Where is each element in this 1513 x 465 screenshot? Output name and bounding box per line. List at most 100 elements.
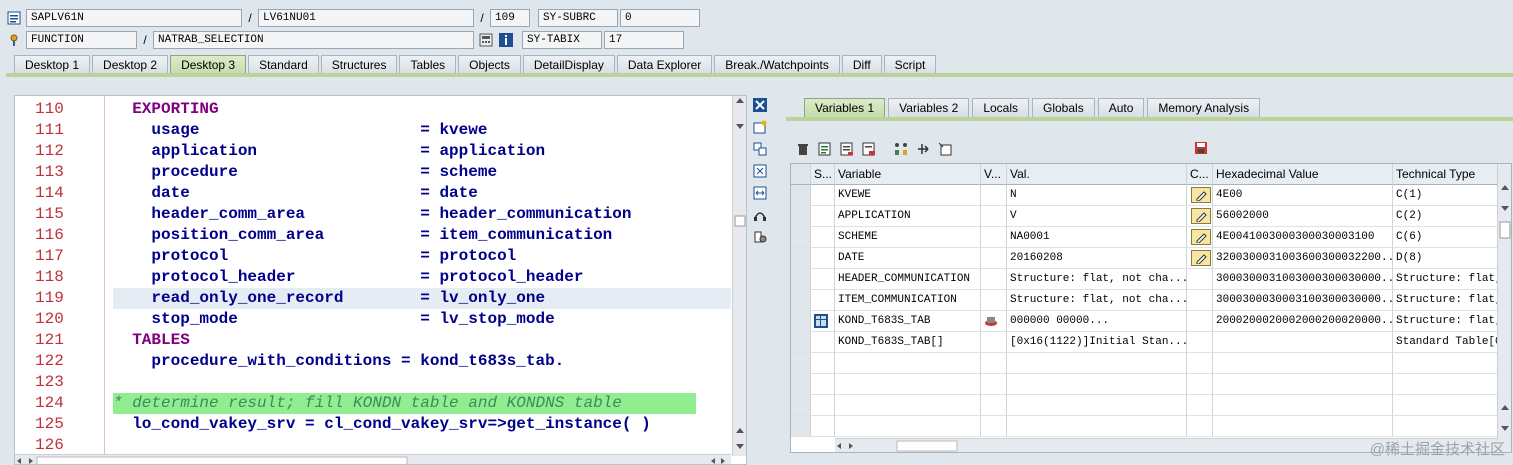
row-selector[interactable] — [791, 332, 811, 353]
tab-diff[interactable]: Diff — [841, 55, 882, 74]
change-cell[interactable] — [1187, 269, 1213, 290]
code-line[interactable]: 112 application = application — [15, 141, 731, 162]
change-cell[interactable] — [1187, 395, 1213, 416]
code-line[interactable]: 119 read_only_one_record = lv_only_one — [15, 288, 731, 309]
program-field[interactable]: SAPLV61N — [26, 9, 242, 27]
pencil-icon[interactable] — [1191, 187, 1211, 203]
row-selector[interactable] — [791, 185, 811, 206]
table-row[interactable]: APPLICATION V 56002000 C(2) — [791, 206, 1499, 227]
code-line[interactable]: 110 EXPORTING — [15, 99, 731, 120]
structure-icon[interactable] — [984, 317, 998, 331]
change-cell[interactable] — [1187, 227, 1213, 248]
column-header-variable[interactable]: Variable — [835, 164, 981, 185]
code-line[interactable]: 126 — [15, 435, 731, 456]
table-row[interactable]: KOND_T683S_TAB[] [0x16(1122)]Initial Stan… — [791, 332, 1499, 353]
sy-subrc-value[interactable]: 0 — [620, 9, 700, 27]
change-cell[interactable] — [1187, 185, 1213, 206]
code-line[interactable]: 121 TABLES — [15, 330, 731, 351]
code-line[interactable]: 125 lo_cond_vakey_srv = cl_cond_vakey_sr… — [15, 414, 731, 435]
change-cell[interactable] — [1187, 206, 1213, 227]
row-selector[interactable] — [791, 374, 811, 395]
table-row[interactable]: KVEWE N 4E00 C(1) — [791, 185, 1499, 206]
table-row[interactable]: SCHEME NA0001 4E0041003000300030003100 C(6) — [791, 227, 1499, 248]
tab-desktop-3[interactable]: Desktop 3 — [170, 55, 247, 74]
include-field[interactable]: LV61NU01 — [258, 9, 474, 27]
tab-script[interactable]: Script — [883, 55, 937, 74]
table-icon[interactable] — [814, 314, 828, 331]
table-row[interactable] — [791, 374, 1499, 395]
hierarchy-icon[interactable] — [892, 141, 910, 157]
column-header-v[interactable]: V... — [981, 164, 1007, 185]
import-icon[interactable] — [816, 141, 834, 157]
tab-data-explorer[interactable]: Data Explorer — [616, 55, 713, 74]
tab-locals[interactable]: Locals — [972, 98, 1029, 117]
change-cell[interactable] — [1187, 374, 1213, 395]
column-header-status[interactable]: S... — [811, 164, 835, 185]
code-line[interactable]: 117 protocol = protocol — [15, 246, 731, 267]
tab-desktop-2[interactable]: Desktop 2 — [92, 55, 169, 74]
code-line[interactable]: 113 procedure = scheme — [15, 162, 731, 183]
row-selector[interactable] — [791, 353, 811, 374]
table-row[interactable]: HEADER_COMMUNICATION Structure: flat, not… — [791, 269, 1499, 290]
tab-standard[interactable]: Standard — [248, 55, 319, 74]
row-selector[interactable] — [791, 290, 811, 311]
tab-variables-1[interactable]: Variables 1 — [804, 98, 886, 117]
table-row[interactable] — [791, 353, 1499, 374]
swap-tool-icon[interactable] — [752, 141, 768, 157]
new-tool-icon[interactable] — [752, 119, 768, 135]
tab-memory-analysis[interactable]: Memory Analysis — [1147, 98, 1261, 117]
change-cell[interactable] — [1187, 248, 1213, 269]
table-row[interactable]: DATE 20160208 3200300031003600300032200...… — [791, 248, 1499, 269]
code-line[interactable]: 122 procedure_with_conditions = kond_t68… — [15, 351, 731, 372]
pencil-icon[interactable] — [1191, 208, 1211, 224]
info-icon[interactable] — [498, 32, 514, 48]
sy-tabix-value[interactable]: 17 — [604, 31, 684, 49]
row-selector[interactable] — [791, 395, 811, 416]
pencil-icon[interactable] — [1191, 250, 1211, 266]
settings-icon[interactable] — [752, 229, 768, 245]
export-icon[interactable] — [838, 141, 856, 157]
close-icon[interactable] — [752, 97, 768, 113]
select-all-cell[interactable] — [791, 164, 811, 185]
tab-detaildisplay[interactable]: DetailDisplay — [522, 55, 615, 74]
delete-icon[interactable] — [794, 141, 812, 157]
table-row[interactable] — [791, 416, 1499, 437]
save-variables-icon[interactable] — [860, 141, 878, 157]
editor-horizontal-scrollbar[interactable] — [15, 454, 731, 464]
tab-desktop-1[interactable]: Desktop 1 — [14, 55, 91, 74]
pencil-icon[interactable] — [1191, 229, 1211, 245]
code-line[interactable]: 116 position_comm_area = item_communicat… — [15, 225, 731, 246]
code-line[interactable]: 123 — [15, 372, 731, 393]
source-code-editor[interactable]: 110 EXPORTING 111 usage = kvewe 112 applic… — [14, 95, 747, 465]
tab-break-watchpoints[interactable]: Break./Watchpoints — [714, 55, 840, 74]
tab-auto[interactable]: Auto — [1097, 98, 1145, 117]
column-header-hex[interactable]: Hexadecimal Value — [1213, 164, 1393, 185]
change-cell[interactable] — [1187, 311, 1213, 332]
calculator-icon[interactable] — [478, 32, 494, 48]
code-line[interactable]: 118 protocol_header = protocol_header — [15, 267, 731, 288]
tab-structures[interactable]: Structures — [320, 55, 398, 74]
table-row[interactable] — [791, 395, 1499, 416]
column-header-value[interactable]: Val. — [1007, 164, 1187, 185]
event-name-field[interactable]: NATRAB_SELECTION — [153, 31, 474, 49]
row-selector[interactable] — [791, 206, 811, 227]
tab-tables[interactable]: Tables — [399, 55, 457, 74]
change-cell[interactable] — [1187, 353, 1213, 374]
change-cell[interactable] — [1187, 332, 1213, 353]
row-selector[interactable] — [791, 248, 811, 269]
navigate-icon[interactable] — [914, 141, 932, 157]
grid-vertical-scrollbar[interactable] — [1497, 164, 1511, 452]
column-header-change[interactable]: C... — [1187, 164, 1213, 185]
tab-objects[interactable]: Objects — [458, 55, 521, 74]
code-line[interactable]: 124 * determine result; fill KONDN table … — [15, 393, 731, 414]
table-row[interactable]: ITEM_COMMUNICATION Structure: flat, not c… — [791, 290, 1499, 311]
tab-variables-2[interactable]: Variables 2 — [888, 98, 970, 117]
save-icon[interactable] — [1192, 140, 1210, 156]
tab-globals[interactable]: Globals — [1032, 98, 1095, 117]
resize-icon[interactable] — [752, 185, 768, 201]
maximize-icon[interactable] — [752, 163, 768, 179]
code-line[interactable]: 120 stop_mode = lv_stop_mode — [15, 309, 731, 330]
services-icon[interactable] — [752, 207, 768, 223]
column-header-technical-type[interactable]: Technical Type — [1393, 164, 1499, 185]
editor-vertical-scrollbar[interactable] — [732, 96, 746, 456]
